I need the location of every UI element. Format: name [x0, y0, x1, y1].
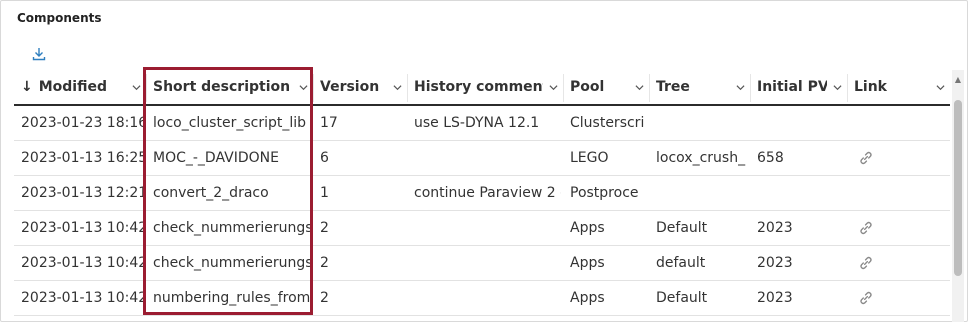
cell-history-comment: continue Paraview 2 d [414, 185, 561, 201]
column-divider [313, 74, 314, 102]
table-row[interactable]: 2023-01-23 18:16 loco_cluster_script_lib 1… [14, 106, 950, 141]
column-header-short-description[interactable]: Short description [146, 70, 313, 104]
chevron-down-icon[interactable] [635, 83, 644, 92]
chevron-down-icon[interactable] [736, 83, 745, 92]
vertical-scrollbar[interactable]: ▲ [952, 70, 964, 322]
cell-initial-pv: 2023 [757, 290, 793, 306]
chevron-down-icon[interactable] [393, 83, 402, 92]
column-header-label: Modified [38, 79, 107, 95]
table-row[interactable]: 2023-01-13 10:42 numbering_rules_from 2 App… [14, 281, 950, 316]
column-divider [649, 74, 650, 102]
cell-short-description: check_nummerierungs [153, 255, 311, 271]
cell-tree [649, 176, 748, 210]
cell-link [847, 106, 950, 140]
sort-descending-icon[interactable]: ↓ [21, 79, 33, 95]
cell-version: 2 [320, 290, 329, 306]
cell-version: 2 [320, 220, 329, 236]
cell-version: 1 [320, 185, 329, 201]
cell-history-comment [407, 211, 561, 245]
cell-pool: Apps [570, 220, 605, 236]
cell-initial-pv [750, 176, 845, 210]
column-header-initial-pv[interactable]: Initial PV [750, 70, 847, 104]
cell-initial-pv: 2023 [757, 220, 793, 236]
cell-version: 6 [320, 150, 329, 166]
column-header-label: History comment [414, 79, 543, 95]
cell-initial-pv [750, 106, 845, 140]
column-divider [847, 74, 848, 102]
link-icon[interactable] [857, 289, 875, 307]
cell-tree: Default [656, 290, 708, 306]
cell-link [847, 281, 950, 315]
column-divider [146, 74, 147, 102]
table-row[interactable]: 2023-01-13 10:42 check_nummerierungs 2 Apps… [14, 211, 950, 246]
cell-tree: locox_crush_ [656, 150, 746, 166]
cell-version: 17 [320, 115, 338, 131]
scrollbar-thumb[interactable] [954, 100, 962, 276]
chevron-down-icon[interactable] [549, 83, 558, 92]
column-header-label: Short description [153, 79, 291, 95]
table-row[interactable]: 2023-01-13 10:42 check_nummerierungs 2 Apps… [14, 246, 950, 281]
column-header-tree[interactable]: Tree [649, 70, 750, 104]
scroll-up-arrow[interactable]: ▲ [952, 74, 964, 84]
cell-modified: 2023-01-13 10:42 [21, 255, 144, 271]
column-divider [407, 74, 408, 102]
cell-modified: 2023-01-13 16:25 [21, 150, 144, 166]
cell-short-description: loco_cluster_script_lib [153, 115, 307, 131]
table-header: ↓ Modified Short description Version History… [14, 70, 950, 106]
cell-initial-pv: 658 [757, 150, 784, 166]
cell-version: 2 [320, 255, 329, 271]
cell-modified: 2023-01-23 18:16 [21, 115, 144, 131]
cell-short-description: check_nummerierungs [153, 220, 311, 236]
link-icon[interactable] [857, 254, 875, 272]
column-header-modified[interactable]: ↓ Modified [14, 70, 146, 104]
cell-link [847, 141, 950, 175]
cell-short-description: convert_2_draco [153, 185, 269, 201]
link-icon[interactable] [857, 149, 875, 167]
cell-pool: Postproce [570, 185, 639, 201]
cell-pool: Apps [570, 290, 605, 306]
cell-history-comment: use LS-DYNA 12.1 [414, 115, 540, 131]
cell-modified: 2023-01-13 10:42 [21, 220, 144, 236]
link-icon[interactable] [857, 219, 875, 237]
cell-history-comment [407, 281, 561, 315]
cell-modified: 2023-01-13 12:21 [21, 185, 144, 201]
column-header-history-comment[interactable]: History comment [407, 70, 563, 104]
column-header-label: Initial PV [757, 79, 827, 95]
cell-pool: Apps [570, 255, 605, 271]
table-row[interactable]: 2023-01-13 12:21 convert_2_draco 1 continue… [14, 176, 950, 211]
cell-short-description: numbering_rules_from [153, 290, 311, 306]
cell-pool: LEGO [570, 150, 609, 166]
chevron-down-icon[interactable] [936, 83, 945, 92]
cell-link [847, 246, 950, 280]
cell-short-description: MOC_-_DAVIDONE [153, 150, 279, 166]
column-divider [750, 74, 751, 102]
cell-initial-pv: 2023 [757, 255, 793, 271]
cell-tree: Default [656, 220, 708, 236]
column-header-label: Pool [570, 79, 605, 95]
components-table: ↓ Modified Short description Version History… [14, 70, 950, 322]
cell-tree: default [656, 255, 706, 271]
column-header-pool[interactable]: Pool [563, 70, 649, 104]
column-header-label: Version [320, 79, 380, 95]
column-header-label: Link [854, 79, 887, 95]
cell-modified: 2023-01-13 10:42 [21, 290, 144, 306]
cell-pool: Clusterscri [570, 115, 645, 131]
cell-history-comment [407, 141, 561, 175]
cell-link [847, 211, 950, 245]
panel-title: Components [17, 11, 102, 25]
chevron-down-icon[interactable] [833, 83, 842, 92]
download-icon[interactable] [31, 46, 47, 62]
column-divider [563, 74, 564, 102]
column-header-version[interactable]: Version [313, 70, 407, 104]
chevron-down-icon[interactable] [132, 83, 141, 92]
cell-history-comment [407, 246, 561, 280]
column-header-link[interactable]: Link [847, 70, 950, 104]
cell-link [847, 176, 950, 210]
column-header-label: Tree [656, 79, 690, 95]
cell-tree [649, 106, 748, 140]
table-row[interactable]: 2023-01-13 16:25 MOC_-_DAVIDONE 6 LEGO locox… [14, 141, 950, 176]
chevron-down-icon[interactable] [299, 83, 308, 92]
